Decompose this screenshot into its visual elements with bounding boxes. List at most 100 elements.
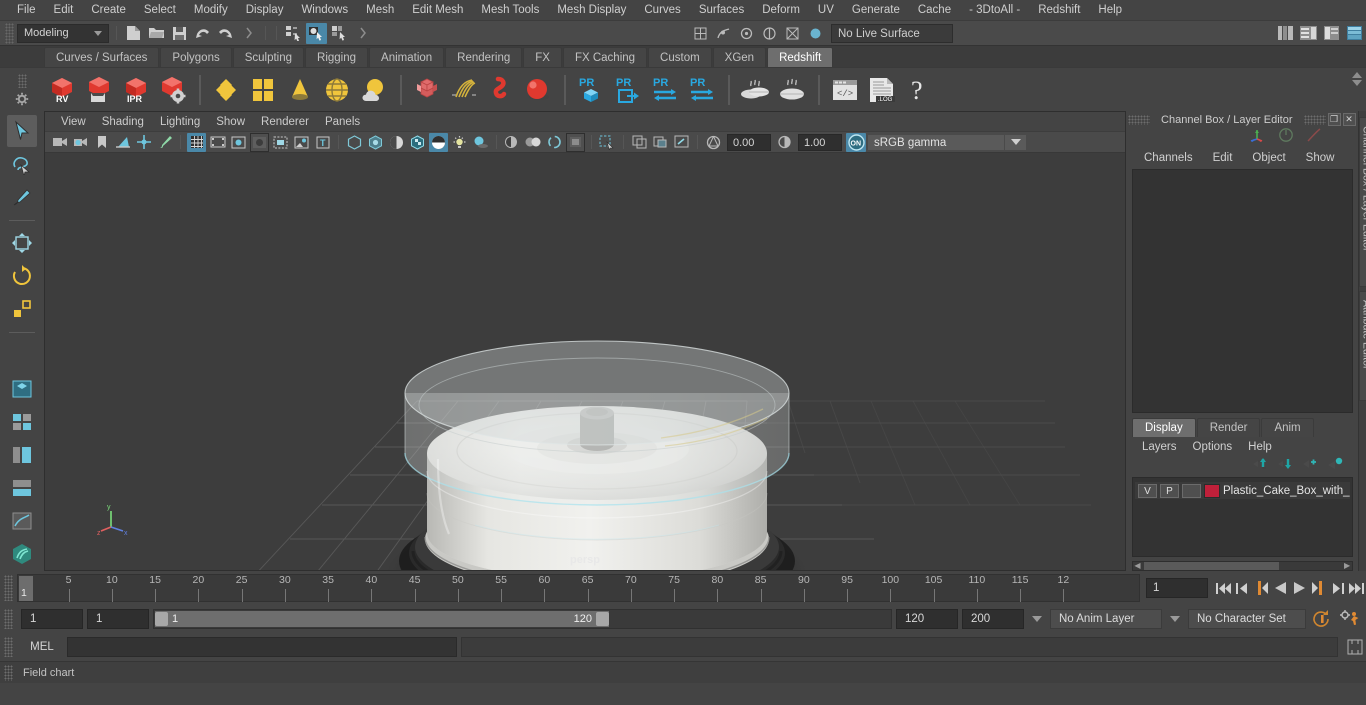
viewport-menu-lighting[interactable]: Lighting — [152, 116, 208, 128]
make-live-icon[interactable] — [805, 23, 826, 44]
shelf-tab-fx-caching[interactable]: FX Caching — [562, 47, 648, 67]
shelf-tab-rendering[interactable]: Rendering — [445, 47, 523, 67]
shelf-icon-redshift-bake[interactable] — [774, 72, 810, 108]
shelf-icon-redshift-help[interactable]: ? — [901, 72, 937, 108]
side-tab-channel-box-layer-editor[interactable]: Channel Box / Layer Editor — [1358, 117, 1366, 287]
viewport-menu-panels[interactable]: Panels — [317, 116, 368, 128]
menu-select[interactable]: Select — [135, 0, 185, 20]
viewport-menu-view[interactable]: View — [53, 116, 94, 128]
shelf-tab-curves-surfaces[interactable]: Curves / Surfaces — [44, 47, 160, 67]
go-to-end-button[interactable] — [1348, 577, 1365, 599]
tool-lasso-select[interactable] — [7, 148, 37, 180]
select-camera-icon[interactable] — [50, 133, 69, 152]
current-frame-field[interactable]: 1 — [1146, 578, 1208, 598]
show-safe-title-icon[interactable] — [292, 133, 311, 152]
shelf-scroll-arrows[interactable] — [1352, 72, 1362, 86]
menu-modify[interactable]: Modify — [185, 0, 237, 20]
shelf-tab-xgen[interactable]: XGen — [712, 47, 767, 67]
gamma-field[interactable]: 1.00 — [798, 133, 842, 151]
show-hide-attribute-editor-icon[interactable] — [1298, 23, 1319, 44]
menu-set-selector[interactable]: Modeling — [17, 23, 109, 43]
channel-speed-icon[interactable] — [1278, 127, 1294, 148]
panel-undock-button[interactable]: ❐ — [1327, 113, 1341, 127]
menu-windows[interactable]: Windows — [292, 0, 357, 20]
layer-tab-display[interactable]: Display — [1132, 418, 1196, 438]
shelf-scroll-up-icon[interactable] — [1352, 72, 1362, 78]
tool-select[interactable] — [7, 115, 37, 147]
half-shade-icon[interactable] — [387, 133, 406, 152]
viewport-menu-shading[interactable]: Shading — [94, 116, 152, 128]
two-d-pan-zoom-icon[interactable] — [134, 133, 153, 152]
menu-deform[interactable]: Deform — [753, 0, 809, 20]
layer-type-toggle[interactable] — [1182, 483, 1201, 498]
anim-layer-chevron-down-icon[interactable] — [1032, 616, 1042, 622]
shelf-icon-redshift-sphere-object[interactable] — [520, 72, 556, 108]
side-tab-attribute-editor[interactable]: Attribute Editor — [1358, 291, 1366, 401]
shelf-icon-redshift-render-sequence[interactable] — [81, 72, 117, 108]
anim-layer-select[interactable]: No Anim Layer — [1050, 609, 1162, 629]
menu-edit-mesh[interactable]: Edit Mesh — [403, 0, 472, 20]
bookmark-icon[interactable] — [92, 133, 111, 152]
quick-layout-single[interactable] — [7, 373, 37, 405]
range-slider-grip[interactable] — [4, 609, 13, 629]
animation-preferences-button[interactable] — [1338, 610, 1362, 628]
menu-create[interactable]: Create — [82, 0, 135, 20]
shelf-icon-redshift-render-view[interactable]: RV — [44, 72, 80, 108]
show-hide-modeling-toolkit-icon[interactable] — [1275, 23, 1296, 44]
shelf-icon-redshift-volume-cube[interactable] — [409, 72, 445, 108]
shelf-icon-redshift-ipr[interactable]: IPR — [118, 72, 154, 108]
open-scene-icon[interactable] — [146, 23, 167, 44]
redo-icon[interactable] — [215, 23, 236, 44]
panel-close-button[interactable]: ✕ — [1342, 113, 1356, 127]
xray-icon[interactable] — [630, 133, 649, 152]
show-resolution-gate-icon[interactable] — [229, 133, 248, 152]
shelf-icon-redshift-proxy-import[interactable]: PR — [647, 72, 683, 108]
tool-scale[interactable] — [7, 293, 37, 325]
create-layer-from-selected-icon[interactable] — [1327, 457, 1344, 475]
snap-to-view-planes-icon[interactable] — [782, 23, 803, 44]
quick-layout-hypershade[interactable] — [7, 472, 37, 504]
layer-menu-layers[interactable]: Layers — [1134, 441, 1185, 453]
layer-list-horizontal-scrollbar[interactable]: ◀ ▶ — [1132, 561, 1353, 571]
range-slider[interactable]: 1 120 — [153, 609, 892, 629]
shelf-icon-redshift-proxy-swap[interactable]: PR — [684, 72, 720, 108]
time-slider[interactable]: 1 5 10 15 20 25 30 35 40 45 50 55 60 65 70 75 80 85 90 95 1… — [17, 574, 1140, 602]
go-to-start-button[interactable] — [1215, 577, 1232, 599]
shelf-tab-fx[interactable]: FX — [523, 47, 562, 67]
show-film-gate-icon[interactable] — [208, 133, 227, 152]
status-line-grip[interactable] — [5, 22, 14, 44]
menu-mesh-display[interactable]: Mesh Display — [548, 0, 635, 20]
shelf-tab-animation[interactable]: Animation — [369, 47, 445, 67]
manipulator-axis-icon[interactable] — [1250, 127, 1266, 148]
depth-of-field-icon[interactable] — [566, 132, 585, 152]
statusline-expand-icon[interactable] — [238, 23, 259, 44]
menu-display[interactable]: Display — [237, 0, 293, 20]
quick-layout-persp-outliner[interactable] — [7, 439, 37, 471]
command-language-label[interactable]: MEL — [21, 641, 63, 653]
isolate-select-icon[interactable] — [598, 133, 617, 152]
save-scene-icon[interactable] — [169, 23, 190, 44]
channel-curve-icon[interactable] — [1306, 127, 1322, 148]
command-input[interactable] — [67, 637, 457, 657]
color-management-toggle[interactable]: ON — [846, 132, 866, 152]
auto-keyframe-toggle[interactable] — [1310, 610, 1334, 628]
show-hide-tool-settings-icon[interactable] — [1321, 23, 1342, 44]
snap-to-grid-icon[interactable] — [690, 23, 711, 44]
layer-menu-options[interactable]: Options — [1185, 441, 1241, 453]
snap-to-curve-icon[interactable] — [713, 23, 734, 44]
shelf-icon-redshift-proxy-export-cube[interactable]: PR — [573, 72, 609, 108]
menu-edit[interactable]: Edit — [45, 0, 83, 20]
xray-joints-icon[interactable] — [651, 133, 670, 152]
select-by-object-type-icon[interactable] — [306, 22, 327, 44]
help-line-grip[interactable] — [4, 664, 13, 681]
channel-box-menu-channels[interactable]: Channels — [1134, 152, 1203, 164]
menu-mesh[interactable]: Mesh — [357, 0, 403, 20]
quick-layout-xgen[interactable] — [7, 538, 37, 570]
character-set-select[interactable]: No Character Set — [1188, 609, 1306, 629]
xray-active-components-icon[interactable] — [672, 133, 691, 152]
animation-end-time-field[interactable]: 200 — [962, 609, 1024, 629]
shelf-icon-redshift-proxy-diamond[interactable] — [208, 72, 244, 108]
shelf-tab-rigging[interactable]: Rigging — [305, 47, 369, 67]
range-slider-right-handle[interactable] — [596, 612, 609, 626]
menu-surfaces[interactable]: Surfaces — [690, 0, 753, 20]
